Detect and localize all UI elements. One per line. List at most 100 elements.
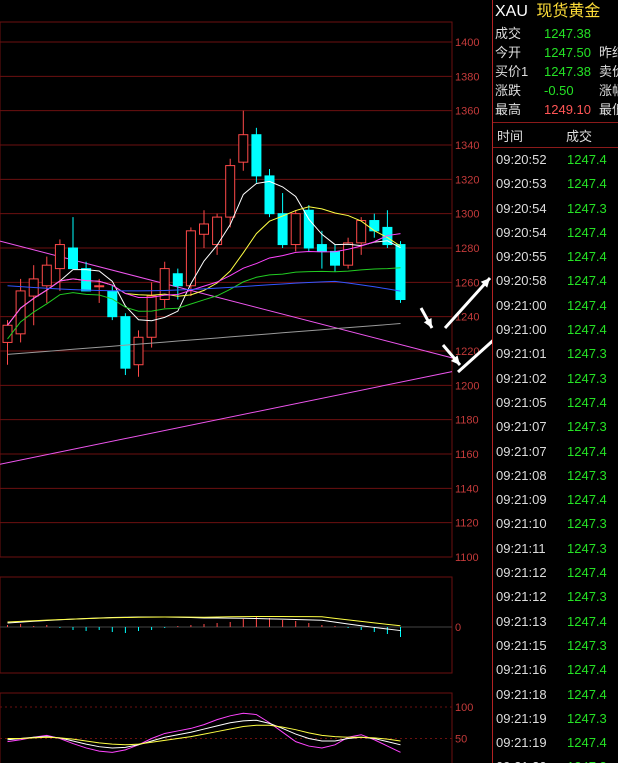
trade-price: 1247.3 [567, 710, 607, 726]
trade-price: 1247.3 [567, 346, 607, 362]
quote-label: 成交 [495, 26, 522, 41]
trade-price: 1247.3 [567, 637, 607, 653]
quote-separator [493, 119, 618, 123]
price-axis-label: 1260 [455, 277, 479, 289]
candle-body [290, 213, 301, 246]
price-axis-label: 1280 [455, 243, 479, 255]
kdj-j-line [7, 712, 401, 753]
candle-body [277, 213, 288, 246]
price-axis-label: 1180 [455, 415, 479, 427]
trade-time: 09:21:15 [496, 637, 547, 653]
trade-time: 09:20:55 [496, 249, 547, 265]
candle-body [343, 242, 354, 266]
quote-label: 买价1 [495, 64, 529, 79]
trade-price: 1247.3 [567, 370, 607, 386]
price-axis-label: 1400 [455, 37, 479, 49]
trade-price: 1247.4 [567, 492, 607, 508]
trade-time: 09:20:58 [496, 273, 547, 289]
trade-price: 1247.4 [567, 273, 607, 289]
candle-body [395, 244, 406, 300]
trade-time: 09:21:18 [496, 686, 547, 702]
quote-label-2: 最低 [599, 102, 618, 117]
trade-price: 1247.3 [567, 516, 607, 532]
price-axis-label: 1360 [455, 106, 479, 118]
trade-row: 09:21:00 1247.4 [493, 318, 618, 342]
trade-time: 09:21:16 [496, 662, 547, 678]
quote-row-high: 最高 1249.10 最低 [493, 100, 618, 119]
macd-pane-border [0, 576, 453, 674]
candle-body [68, 247, 78, 270]
quote-row-bid: 买价1 1247.38 卖价 [493, 62, 618, 81]
price-axis-label: 1100 [455, 552, 479, 564]
candle-body [172, 273, 183, 287]
trade-time: 09:21:12 [496, 565, 547, 581]
trade-time: 09:21:01 [496, 346, 547, 362]
trade-row: 09:20:54 1247.3 [493, 197, 618, 221]
trade-price: 1247.4 [567, 565, 607, 581]
ma120-line [7, 323, 401, 355]
kdj-axis-label: 50 [455, 734, 467, 746]
trade-time: 09:21:00 [496, 322, 547, 338]
trade-price: 1247.4 [567, 322, 607, 338]
candle-body [238, 134, 249, 163]
trade-price: 1247.3 [567, 540, 607, 556]
kdj-d-line [7, 724, 401, 746]
trade-time: 09:20:54 [496, 200, 547, 216]
trade-row: 09:21:05 1247.4 [493, 391, 618, 415]
trade-time: 09:21:20 [496, 755, 547, 763]
trade-price: 1247.4 [567, 443, 607, 459]
candle-body [120, 316, 131, 369]
price-axis-label: 1340 [455, 140, 479, 152]
trade-row: 09:20:58 1247.4 [493, 269, 618, 293]
trade-price: 1247.3 [567, 419, 607, 435]
trade-row: 09:21:20 1247.3 [493, 755, 618, 763]
quote-symbol: XAU [495, 3, 528, 20]
trade-time: 09:21:08 [496, 467, 547, 483]
trade-row: 09:21:11 1247.3 [493, 537, 618, 561]
trade-row: 09:20:54 1247.4 [493, 221, 618, 245]
trade-price: 1247.4 [567, 297, 607, 313]
trades-header: 时间 成交 [493, 127, 618, 148]
trade-time: 09:21:10 [496, 516, 547, 532]
quote-value: -0.50 [544, 83, 574, 98]
trade-price: 1247.4 [567, 224, 607, 240]
quote-label: 涨跌 [495, 83, 522, 98]
candle-body [133, 336, 144, 366]
trade-time: 09:21:13 [496, 613, 547, 629]
trade-time: 09:21:11 [496, 540, 546, 556]
trade-row: 09:20:53 1247.4 [493, 172, 618, 196]
trade-price: 1247.3 [567, 755, 607, 763]
candle-body [303, 209, 314, 249]
trade-row: 09:21:07 1247.3 [493, 415, 618, 439]
trade-time: 09:21:02 [496, 370, 547, 386]
trade-row: 09:21:19 1247.3 [493, 707, 618, 731]
price-axis-label: 1320 [455, 174, 479, 186]
trendline-descending [0, 240, 453, 359]
quote-label: 最高 [495, 102, 522, 117]
quote-label-2: 昨结 [599, 45, 618, 60]
candle-body [199, 223, 209, 235]
price-axis-label: 1380 [455, 71, 479, 83]
trade-row: 09:21:12 1247.4 [493, 561, 618, 585]
trade-time: 09:21:07 [496, 419, 547, 435]
quote-value: 1247.38 [544, 26, 591, 41]
trades-list[interactable]: 09:20:52 1247.4 09:20:53 1247.4 09:20:54 1247… [493, 148, 618, 763]
kline-chart[interactable]: 1400138013601340132013001280126012401220… [0, 0, 492, 763]
trade-price: 1247.4 [567, 394, 607, 410]
candle-body [146, 295, 157, 338]
candle-body [316, 244, 327, 252]
candle-body [369, 220, 380, 232]
trades-header-time: 时间 [497, 129, 524, 144]
price-axis-label: 1140 [455, 483, 479, 495]
trade-time: 09:20:53 [496, 176, 547, 192]
trade-price: 1247.4 [567, 735, 607, 751]
trade-price: 1247.4 [567, 152, 607, 167]
quote-value: 1247.38 [544, 64, 591, 79]
quote-row-last: 成交 1247.38 [493, 24, 618, 43]
quote-value: 1249.10 [544, 102, 591, 117]
trade-time: 09:21:19 [496, 735, 547, 751]
trade-row: 09:21:09 1247.4 [493, 488, 618, 512]
trade-row: 09:21:02 1247.3 [493, 367, 618, 391]
chart-area[interactable]: 1400 1380 1360 1340 1320 1300 1280 1260 1240 1220… [0, 0, 492, 763]
trade-row: 09:21:08 1247.3 [493, 464, 618, 488]
